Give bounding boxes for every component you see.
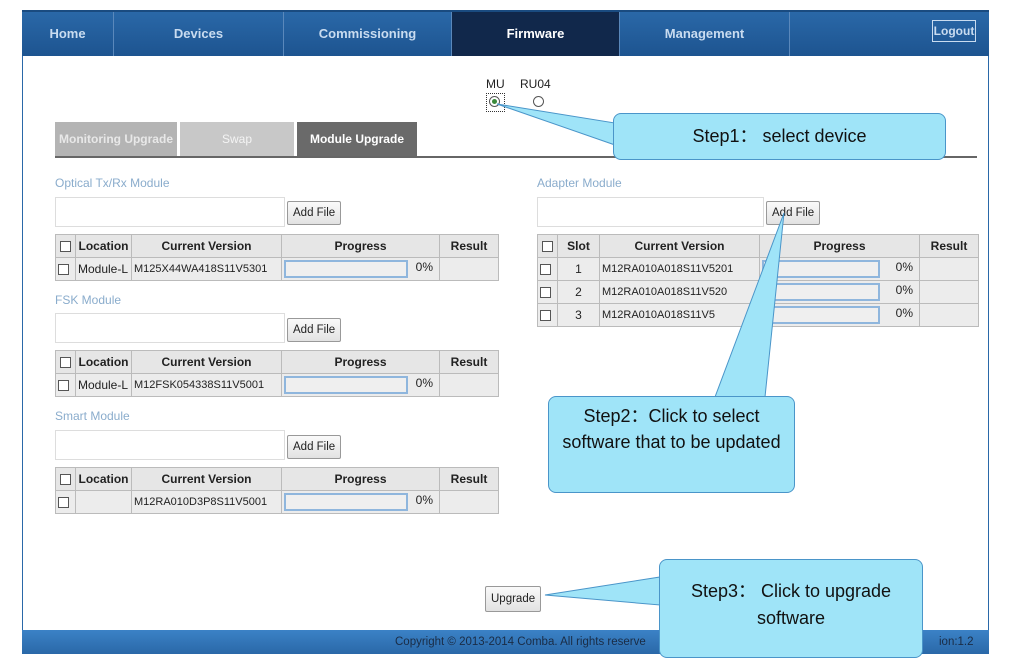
step1-pointer — [496, 103, 616, 146]
step2-pointer — [714, 212, 785, 398]
step3-pointer — [544, 576, 661, 606]
step1-callout: Step1： select device — [613, 113, 946, 160]
step2-callout: Step2：Click to select software that to b… — [548, 396, 795, 493]
step3-callout: Step3： Click to upgrade software — [659, 559, 923, 658]
